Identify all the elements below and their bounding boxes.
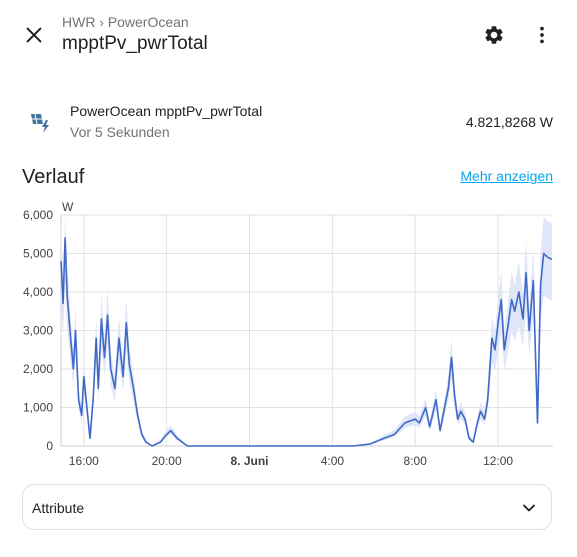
entity-name: PowerOcean mpptPv_pwrTotal xyxy=(70,103,263,119)
close-button[interactable] xyxy=(18,19,50,51)
x-tick-label: 8. Juni xyxy=(231,454,269,468)
y-axis-unit: W xyxy=(62,200,74,214)
settings-button[interactable] xyxy=(478,19,510,51)
history-chart-svg: 6,000 5,000 4,000 3,000 2,000 1,000 0 16:00 20:0… xyxy=(23,200,553,468)
solar-power-icon xyxy=(31,113,49,133)
more-vertical-icon xyxy=(540,26,544,44)
entity-value: 4.821,8268 W xyxy=(465,114,553,130)
y-tick-label: 4,000 xyxy=(23,285,53,299)
x-tick-label: 8:00 xyxy=(404,454,428,468)
y-tick-label: 3,000 xyxy=(23,324,53,338)
attributes-expander[interactable]: Attribute xyxy=(22,484,552,530)
y-tick-label: 0 xyxy=(46,439,53,453)
x-tick-label: 4:00 xyxy=(321,454,345,468)
history-heading: Verlauf xyxy=(22,166,85,188)
entity-state-row: PowerOcean mpptPv_pwrTotal Vor 5 Sekunde… xyxy=(0,96,577,148)
dialog-header: HWR › PowerOcean mpptPv_pwrTotal xyxy=(0,0,577,70)
show-more-link[interactable]: Mehr anzeigen xyxy=(460,168,553,184)
breadcrumb-separator-icon: › xyxy=(99,14,104,30)
y-tick-label: 2,000 xyxy=(23,362,53,376)
y-tick-label: 6,000 xyxy=(23,208,53,222)
chevron-down-icon xyxy=(523,504,535,512)
last-changed: Vor 5 Sekunden xyxy=(70,124,170,140)
close-icon xyxy=(26,27,42,43)
breadcrumb-device[interactable]: PowerOcean xyxy=(108,14,189,30)
gear-icon xyxy=(485,26,503,44)
x-tick-label: 20:00 xyxy=(152,454,182,468)
x-tick-label: 12:00 xyxy=(483,454,513,468)
x-tick-label: 16:00 xyxy=(69,454,99,468)
more-options-button[interactable] xyxy=(526,19,558,51)
more-info-dialog: HWR › PowerOcean mpptPv_pwrTotal PowerOc… xyxy=(0,0,577,557)
history-chart[interactable]: 6,000 5,000 4,000 3,000 2,000 1,000 0 16:00 20:0… xyxy=(0,196,577,476)
breadcrumb: HWR › PowerOcean xyxy=(62,14,189,30)
attributes-label: Attribute xyxy=(32,500,85,516)
y-tick-label: 1,000 xyxy=(23,401,53,415)
dialog-title: mpptPv_pwrTotal xyxy=(62,33,208,54)
y-tick-label: 5,000 xyxy=(23,247,53,261)
breadcrumb-area[interactable]: HWR xyxy=(62,14,95,30)
